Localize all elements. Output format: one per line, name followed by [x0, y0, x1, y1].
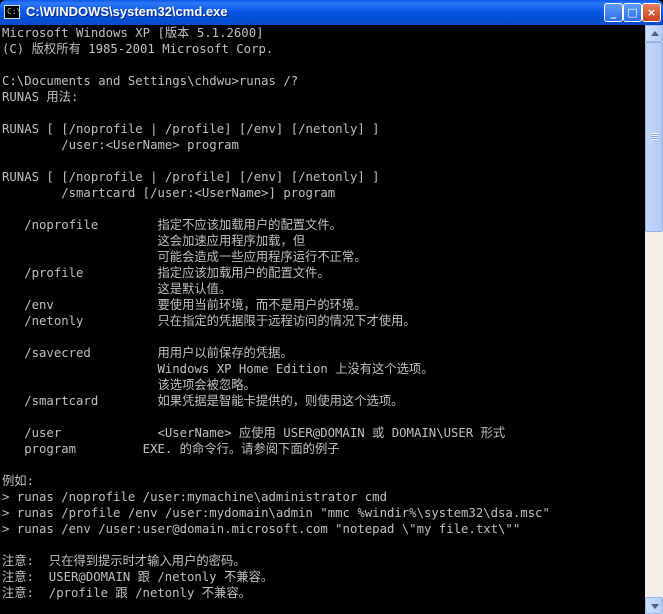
console-line: 这是默认值。 — [2, 282, 232, 296]
console-line: RUNAS [ [/noprofile | /profile] [/env] [… — [2, 170, 380, 184]
console-line: Microsoft Windows XP [版本 5.1.2600] — [2, 26, 264, 40]
close-button[interactable]: × — [642, 3, 661, 22]
console-line: > runas /env /user:user@domain.microsoft… — [2, 522, 521, 536]
console-line: /smartcard [/user:<UserName>] program — [2, 186, 336, 200]
console-line: 例如: — [2, 474, 34, 488]
cmd-icon[interactable]: C:\ — [4, 5, 21, 19]
scroll-down-arrow-icon[interactable] — [645, 597, 663, 614]
console-line: 这会加速应用程序加载，但 — [2, 234, 306, 248]
console-line: /netonly 只在指定的凭据限于远程访问的情况下才使用。 — [2, 314, 416, 328]
console-line: /env 要使用当前环境，而不是用户的环境。 — [2, 298, 367, 312]
cmd-window: C:\ C:\WINDOWS\system32\cmd.exe _ □ × Mi… — [0, 0, 663, 614]
title-bar[interactable]: C:\ C:\WINDOWS\system32\cmd.exe _ □ × — [0, 0, 663, 25]
console-line: > runas /noprofile /user:mymachine\admin… — [2, 490, 387, 504]
console-line: /savecred 用用户以前保存的凭据。 — [2, 346, 293, 360]
console-line: > runas /profile /env /user:mydomain\adm… — [2, 506, 550, 520]
minimize-button[interactable]: _ — [604, 3, 623, 22]
console-line: C:\Documents and Settings\chdwu>runas /? — [2, 74, 299, 88]
scroll-up-arrow-icon[interactable] — [645, 25, 663, 42]
console-output[interactable]: Microsoft Windows XP [版本 5.1.2600] (C) 版权… — [0, 25, 645, 614]
console-line: (C) 版权所有 1985-2001 Microsoft Corp. — [2, 42, 274, 56]
maximize-button[interactable]: □ — [623, 3, 642, 22]
console-line: program EXE. 的命令行。请参阅下面的例子 — [2, 442, 340, 456]
console-line: 注意: 只在得到提示时才输入用户的密码。 — [2, 554, 246, 568]
console-line: /smartcard 如果凭据是智能卡提供的，则使用这个选项。 — [2, 394, 404, 408]
scroll-thumb[interactable] — [645, 42, 663, 232]
console-line: RUNAS 用法: — [2, 90, 79, 104]
console-line: Windows XP Home Edition 上没有这个选项。 — [2, 362, 434, 376]
window-title: C:\WINDOWS\system32\cmd.exe — [26, 4, 228, 19]
console-line: /profile 指定应该加载用户的配置文件。 — [2, 266, 330, 280]
vertical-scrollbar[interactable] — [645, 25, 663, 614]
console-line: 该选项会被忽略。 — [2, 378, 256, 392]
console-line: 注意: USER@DOMAIN 跟 /netonly 不兼容。 — [2, 570, 274, 584]
console-line: 注意: /profile 跟 /netonly 不兼容。 — [2, 586, 251, 600]
console-line: /user:<UserName> program — [2, 138, 239, 152]
grip-icon — [651, 133, 658, 140]
console-line: 可能会造成一些应用程序运行不正常。 — [2, 250, 367, 264]
console-line: /noprofile 指定不应该加载用户的配置文件。 — [2, 218, 342, 232]
console-line: RUNAS [ [/noprofile | /profile] [/env] [… — [2, 122, 380, 136]
console-line: /user <UserName> 应使用 USER@DOMAIN 或 DOMAI… — [2, 426, 506, 440]
